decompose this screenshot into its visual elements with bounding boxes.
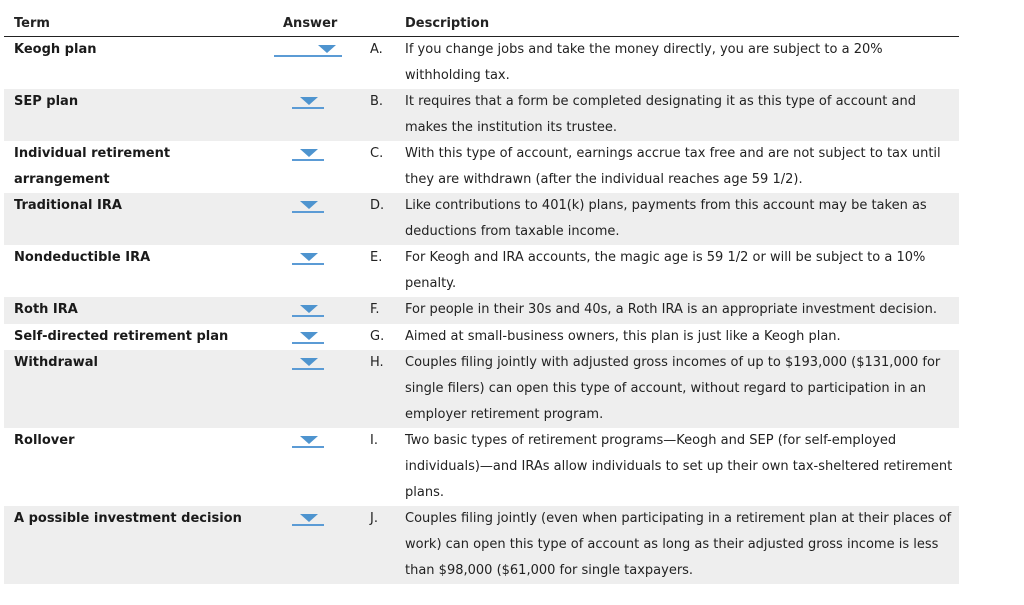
table-row: Self-directed retirement plan G. Aimed a… xyxy=(4,324,959,350)
table-header: Term Answer Description xyxy=(4,12,959,37)
description-letter: I. xyxy=(370,433,378,448)
table-row: Roth IRA F. For people in their 30s and … xyxy=(4,297,959,324)
matching-table: Term Answer Description Keogh plan A. If… xyxy=(4,12,959,584)
description-letter: H. xyxy=(370,355,384,370)
table-row: Individual retirement arrangement C. Wit… xyxy=(4,141,959,193)
dropdown-underline xyxy=(274,55,342,57)
description-text: Two basic types of retirement programs—K… xyxy=(405,433,953,500)
dropdown-underline xyxy=(292,107,324,109)
answer-dropdown[interactable] xyxy=(292,356,324,370)
chevron-down-icon[interactable] xyxy=(300,149,318,157)
description-letter: F. xyxy=(370,302,380,317)
description-letter: C. xyxy=(370,146,384,161)
term-label: Traditional IRA xyxy=(14,198,122,213)
table-row: Nondeductible IRA E. For Keogh and IRA a… xyxy=(4,245,959,297)
description-letter: B. xyxy=(370,94,384,109)
answer-dropdown[interactable] xyxy=(292,199,324,213)
description-text: With this type of account, earnings accr… xyxy=(405,146,941,187)
answer-dropdown[interactable] xyxy=(292,95,324,109)
dropdown-underline xyxy=(292,342,324,344)
description-text: If you change jobs and take the money di… xyxy=(405,42,883,83)
answer-dropdown[interactable] xyxy=(292,303,324,317)
description-text: Couples filing jointly (even when partic… xyxy=(405,511,952,578)
chevron-down-icon[interactable] xyxy=(300,514,318,522)
description-text: Aimed at small-business owners, this pla… xyxy=(405,329,841,344)
chevron-down-icon[interactable] xyxy=(300,97,318,105)
answer-dropdown[interactable] xyxy=(292,512,324,526)
chevron-down-icon[interactable] xyxy=(300,358,318,366)
term-label: Individual retirement arrangement xyxy=(14,146,171,187)
answer-dropdown[interactable] xyxy=(292,251,324,265)
dropdown-underline xyxy=(292,211,324,213)
table-row: Rollover I. Two basic types of retiremen… xyxy=(4,428,959,506)
description-letter: D. xyxy=(370,198,385,213)
table-row: A possible investment decision J. Couple… xyxy=(4,506,959,584)
chevron-down-icon[interactable] xyxy=(318,45,336,53)
table-row: SEP plan B. It requires that a form be c… xyxy=(4,89,959,141)
term-label: SEP plan xyxy=(14,94,79,109)
answer-dropdown[interactable] xyxy=(292,330,324,344)
answer-dropdown[interactable] xyxy=(292,434,324,448)
description-letter: G. xyxy=(370,329,385,344)
description-letter: E. xyxy=(370,250,383,265)
header-term: Term xyxy=(14,16,50,31)
term-label: Roth IRA xyxy=(14,302,78,317)
chevron-down-icon[interactable] xyxy=(300,436,318,444)
table-row: Keogh plan A. If you change jobs and tak… xyxy=(4,37,959,89)
description-text: It requires that a form be completed des… xyxy=(405,94,916,135)
dropdown-underline xyxy=(292,446,324,448)
answer-dropdown[interactable] xyxy=(292,147,324,161)
header-description: Description xyxy=(405,16,490,31)
header-answer: Answer xyxy=(283,16,338,31)
description-text: For Keogh and IRA accounts, the magic ag… xyxy=(405,250,926,291)
description-letter: A. xyxy=(370,42,383,57)
chevron-down-icon[interactable] xyxy=(300,305,318,313)
term-label: Self-directed retirement plan xyxy=(14,329,229,344)
term-label: Nondeductible IRA xyxy=(14,250,151,265)
table-row: Traditional IRA D. Like contributions to… xyxy=(4,193,959,245)
description-text: For people in their 30s and 40s, a Roth … xyxy=(405,302,938,317)
description-text: Couples filing jointly with adjusted gro… xyxy=(405,355,941,422)
dropdown-underline xyxy=(292,524,324,526)
dropdown-underline xyxy=(292,263,324,265)
answer-dropdown[interactable] xyxy=(274,43,342,57)
chevron-down-icon[interactable] xyxy=(300,332,318,340)
dropdown-underline xyxy=(292,159,324,161)
description-text: Like contributions to 401(k) plans, paym… xyxy=(405,198,927,239)
table-row: Withdrawal H. Couples filing jointly wit… xyxy=(4,350,959,428)
dropdown-underline xyxy=(292,315,324,317)
dropdown-underline xyxy=(292,368,324,370)
term-label: A possible investment decision xyxy=(14,511,242,526)
term-label: Rollover xyxy=(14,433,75,448)
description-letter: J. xyxy=(370,511,378,526)
term-label: Withdrawal xyxy=(14,355,98,370)
chevron-down-icon[interactable] xyxy=(300,201,318,209)
chevron-down-icon[interactable] xyxy=(300,253,318,261)
term-label: Keogh plan xyxy=(14,42,97,57)
